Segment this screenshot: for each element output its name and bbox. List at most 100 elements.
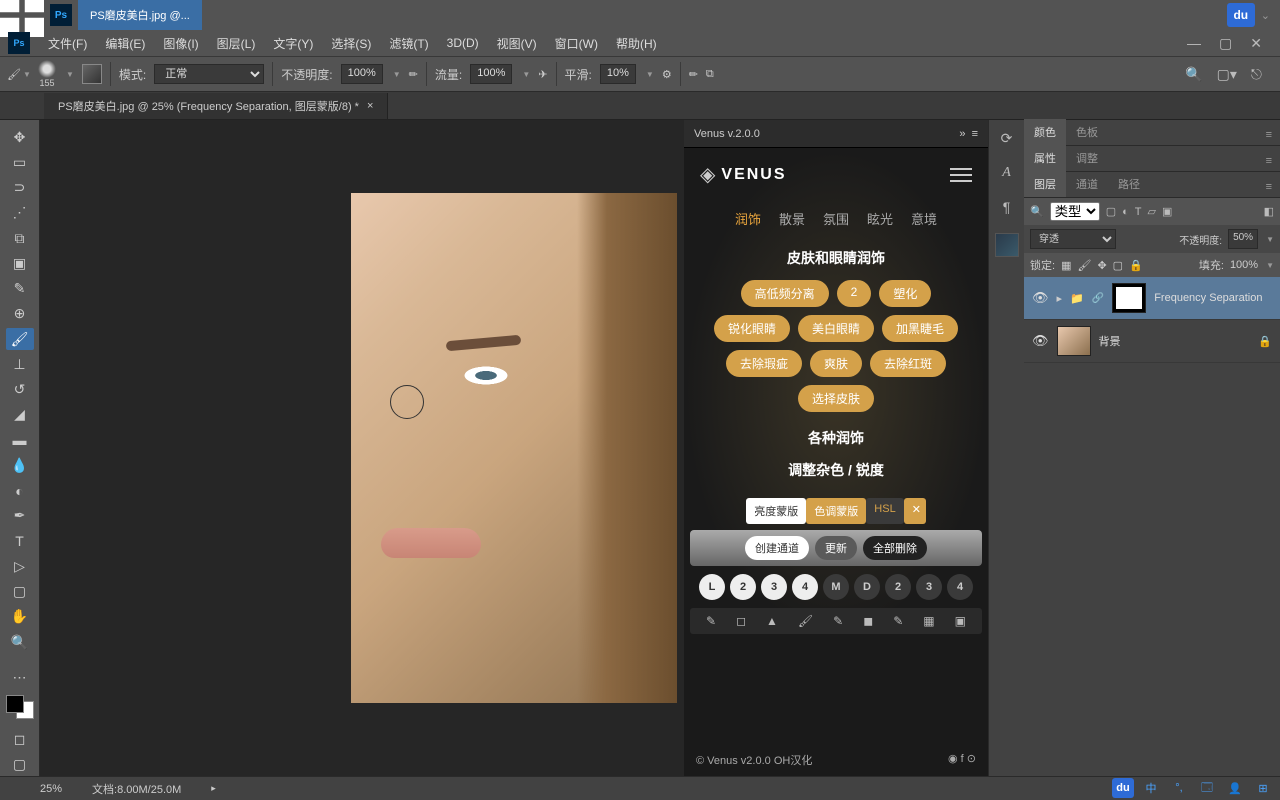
- lum-d4[interactable]: 4: [947, 574, 973, 600]
- btn-remove-redness[interactable]: 去除红斑: [870, 350, 946, 377]
- lum-L[interactable]: L: [699, 574, 725, 600]
- menu-type[interactable]: 文字(Y): [265, 31, 321, 56]
- lum-M[interactable]: M: [823, 574, 849, 600]
- share-icon[interactable]: ⎋: [1251, 66, 1262, 83]
- btn-select-skin[interactable]: 选择皮肤: [798, 385, 874, 412]
- minimize-icon[interactable]: —: [1187, 35, 1201, 52]
- frame-tool[interactable]: ▣: [6, 252, 34, 274]
- menu-filter[interactable]: 滤镜(T): [381, 31, 436, 56]
- lock-pos-icon[interactable]: ✥: [1097, 259, 1106, 272]
- menu-edit[interactable]: 编辑(E): [97, 31, 153, 56]
- dock-char-icon[interactable]: A: [1002, 165, 1011, 181]
- mask-thumb[interactable]: [1112, 283, 1146, 313]
- eraser-tool[interactable]: ◢: [6, 404, 34, 426]
- btn-sharpen-eyes[interactable]: 锐化眼睛: [714, 315, 790, 342]
- path-select-tool[interactable]: ▷: [6, 555, 34, 577]
- du-icon[interactable]: du: [1227, 3, 1255, 27]
- zoom-level[interactable]: 25%: [40, 783, 62, 795]
- btn-update[interactable]: 更新: [815, 536, 857, 560]
- document-tab[interactable]: PS磨皮美白.jpg @ 25% (Frequency Separation, …: [44, 93, 388, 119]
- layer-opacity-value[interactable]: 50%: [1228, 229, 1258, 249]
- opacity-value[interactable]: 100%: [341, 64, 383, 84]
- strip-icon-6[interactable]: ◼: [863, 614, 873, 628]
- panel-collapse-icon[interactable]: »: [959, 128, 965, 140]
- tablet-pressure-icon[interactable]: [82, 64, 102, 84]
- strip-icon-2[interactable]: ◻: [736, 614, 746, 628]
- mode-select[interactable]: 正常: [154, 64, 264, 84]
- brush-tool[interactable]: 🖌: [6, 328, 34, 350]
- group-expand-icon[interactable]: ▸: [1057, 292, 1063, 305]
- windows-start-icon[interactable]: [0, 0, 44, 30]
- lum-D[interactable]: D: [854, 574, 880, 600]
- symmetry-icon[interactable]: ⧉: [706, 68, 714, 81]
- lum-d2[interactable]: 2: [885, 574, 911, 600]
- layer-row-freqsep[interactable]: 👁 ▸ 📁 🔗 Frequency Separation: [1024, 277, 1280, 320]
- tray-ime-icon[interactable]: 中: [1140, 778, 1162, 798]
- tray-icon-4[interactable]: 🗔: [1196, 778, 1218, 798]
- panel-menu-icon[interactable]: ≡: [972, 128, 978, 140]
- strip-icon-7[interactable]: ✎: [893, 614, 903, 628]
- pen-tool[interactable]: ✒: [6, 505, 34, 527]
- edit-toolbar-icon[interactable]: ⋯: [6, 666, 34, 688]
- hamburger-icon[interactable]: [950, 168, 972, 182]
- lum-4[interactable]: 4: [792, 574, 818, 600]
- filter-search-icon[interactable]: 🔍: [1030, 205, 1044, 218]
- type-tool[interactable]: T: [6, 530, 34, 552]
- canvas[interactable]: Venus v.2.0.0 » ≡ ◈VENUS 润饰 散景 氛围 眩光 意境 …: [40, 120, 988, 776]
- tray-du-icon[interactable]: du: [1112, 778, 1134, 798]
- layer-thumb[interactable]: [1057, 326, 1091, 356]
- tab-hsl[interactable]: HSL: [866, 498, 903, 524]
- venus-tab-bokeh[interactable]: 散景: [779, 209, 805, 228]
- workspace-icon[interactable]: ▢▾: [1217, 66, 1237, 83]
- close-icon[interactable]: ✕: [1250, 35, 1262, 52]
- strip-icon-5[interactable]: ✎: [833, 614, 843, 628]
- filter-toggle-icon[interactable]: ◧: [1264, 205, 1274, 218]
- menu-select[interactable]: 选择(S): [323, 31, 379, 56]
- tab-luminosity-mask[interactable]: 亮度蒙版: [746, 498, 806, 524]
- tab-layers[interactable]: 图层: [1024, 171, 1066, 197]
- tray-icon-5[interactable]: 👤: [1224, 778, 1246, 798]
- filter-smart-icon[interactable]: ▣: [1162, 205, 1172, 218]
- hand-tool[interactable]: ✋: [6, 606, 34, 628]
- stamp-tool[interactable]: ⊥: [6, 353, 34, 375]
- lum-d3[interactable]: 3: [916, 574, 942, 600]
- strip-icon-1[interactable]: ✎: [706, 614, 716, 628]
- menu-image[interactable]: 图像(I): [155, 31, 206, 56]
- dock-venus-icon[interactable]: [995, 233, 1019, 257]
- chevron-down-icon[interactable]: ⌄: [1261, 9, 1270, 22]
- title-tab[interactable]: PS磨皮美白.jpg @...: [78, 0, 202, 30]
- brush-preview[interactable]: 155: [38, 60, 56, 88]
- menu-help[interactable]: 帮助(H): [608, 31, 665, 56]
- lasso-tool[interactable]: ⊃: [6, 177, 34, 199]
- strip-icon-8[interactable]: ▦: [923, 614, 934, 628]
- panel-menu-icon[interactable]: ≡: [1258, 151, 1280, 171]
- layer-row-background[interactable]: 👁 背景 🔒: [1024, 320, 1280, 363]
- eyedropper-tool[interactable]: ✎: [6, 278, 34, 300]
- lock-all-icon[interactable]: 🔒: [1129, 259, 1143, 272]
- venus-tab-atmosphere[interactable]: 氛围: [823, 209, 849, 228]
- btn-create-channel[interactable]: 创建通道: [745, 536, 809, 560]
- tool-preset-icon[interactable]: 🖌▼: [8, 63, 30, 85]
- dock-para-icon[interactable]: ¶: [1003, 199, 1011, 215]
- pressure-size-icon[interactable]: ✏: [689, 68, 698, 81]
- btn-2[interactable]: 2: [837, 280, 872, 307]
- tab-close-icon[interactable]: ×: [367, 100, 373, 112]
- filter-type-icon[interactable]: T: [1135, 206, 1142, 218]
- healing-tool[interactable]: ⊕: [6, 303, 34, 325]
- maximize-icon[interactable]: ▢: [1219, 35, 1232, 52]
- move-tool[interactable]: ✥: [6, 126, 34, 148]
- panel-menu-icon[interactable]: ≡: [1258, 177, 1280, 197]
- btn-darken-lashes[interactable]: 加黑睫毛: [882, 315, 958, 342]
- tab-adjustments[interactable]: 调整: [1066, 145, 1108, 171]
- tab-close[interactable]: ✕: [904, 498, 926, 524]
- filter-pixel-icon[interactable]: ▢: [1106, 205, 1116, 218]
- marquee-tool[interactable]: ▭: [6, 151, 34, 173]
- visibility-icon[interactable]: 👁: [1032, 333, 1049, 349]
- btn-freq-sep[interactable]: 高低频分离: [741, 280, 829, 307]
- tab-color[interactable]: 颜色: [1024, 119, 1066, 145]
- quick-select-tool[interactable]: ⋰: [6, 202, 34, 224]
- gradient-tool[interactable]: ▬: [6, 429, 34, 451]
- smooth-gear-icon[interactable]: ⚙: [662, 68, 672, 81]
- strip-icon-3[interactable]: ▲: [766, 614, 778, 628]
- btn-delete-all[interactable]: 全部删除: [863, 536, 927, 560]
